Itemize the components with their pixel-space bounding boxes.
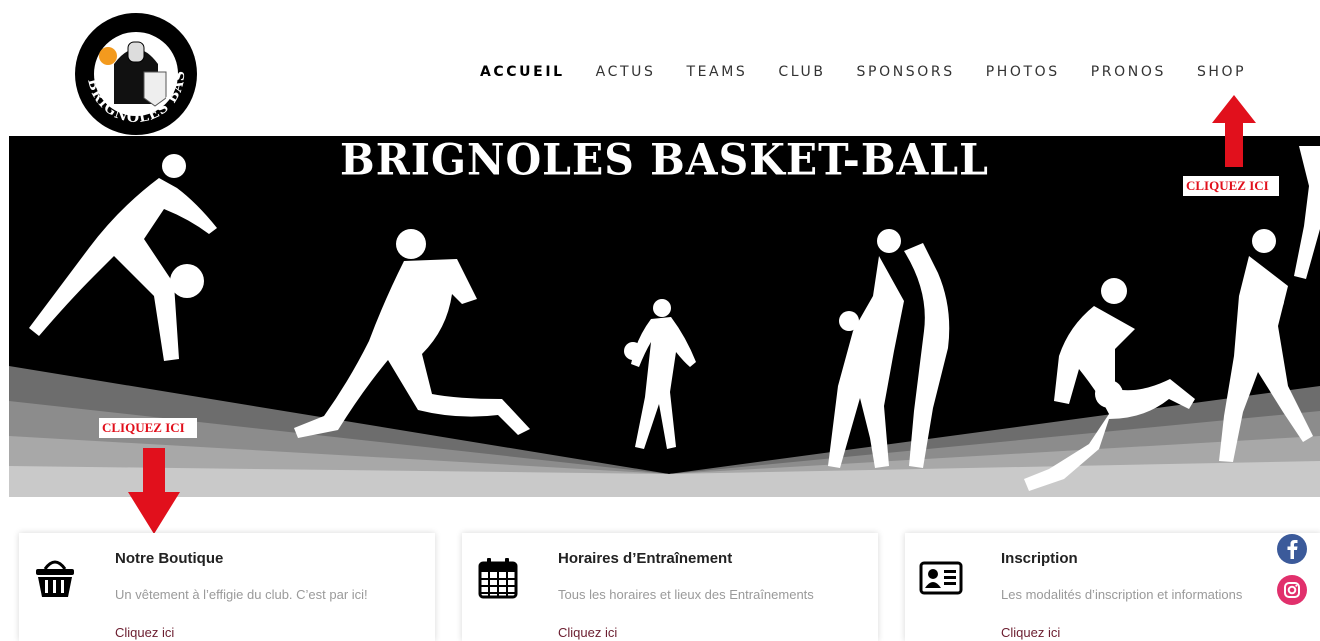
card-link[interactable]: Cliquez ici <box>115 625 174 640</box>
nav-shop[interactable]: SHOP <box>1197 64 1246 80</box>
nav-sponsors[interactable]: SPONSORS <box>857 64 955 80</box>
nav-teams[interactable]: TEAMS <box>686 64 747 80</box>
calendar-icon <box>478 558 518 599</box>
card-boutique[interactable]: Notre Boutique Un vêtement à l’effigie d… <box>19 533 435 641</box>
card-link[interactable]: Cliquez ici <box>1001 625 1060 640</box>
card-inscription[interactable]: Inscription Les modalités d’inscription … <box>905 533 1320 641</box>
nav-photos[interactable]: PHOTOS <box>986 64 1060 80</box>
cliquez-ici-label-top: CLIQUEZ ICI <box>1183 176 1279 196</box>
red-arrow-up-icon <box>1212 95 1256 167</box>
nav-accueil[interactable]: ACCUEIL <box>480 64 565 80</box>
club-logo[interactable]: BRIGNOLES BASKET BALL <box>67 0 198 136</box>
cliquez-ici-label-bottom: CLIQUEZ ICI <box>99 418 197 438</box>
card-title: Notre Boutique <box>115 550 224 567</box>
card-description: Les modalités d’inscription et informati… <box>1001 587 1243 602</box>
card-horaires[interactable]: Horaires d’Entraînement Tous les horaire… <box>462 533 878 641</box>
basket-icon <box>36 560 74 597</box>
nav-pronos[interactable]: PRONOS <box>1091 64 1166 80</box>
hero-illustration <box>9 136 1320 497</box>
id-card-icon <box>919 561 963 595</box>
card-description: Tous les horaires et lieux des Entraînem… <box>558 587 814 602</box>
nav-club[interactable]: CLUB <box>778 64 825 80</box>
main-nav: ACCUEIL ACTUS TEAMS CLUB SPONSORS PHOTOS… <box>480 64 1246 80</box>
hero-banner: BRIGNOLES BASKET-BALL <box>9 136 1320 497</box>
card-title: Horaires d’Entraînement <box>558 550 733 567</box>
nav-actus[interactable]: ACTUS <box>596 64 656 80</box>
red-arrow-down-icon <box>128 448 180 534</box>
card-title: Inscription <box>1001 550 1078 567</box>
facebook-icon[interactable] <box>1277 534 1307 564</box>
instagram-icon[interactable] <box>1277 575 1307 605</box>
card-description: Un vêtement à l’effigie du club. C’est p… <box>115 587 368 602</box>
card-link[interactable]: Cliquez ici <box>558 625 617 640</box>
hero-title: BRIGNOLES BASKET-BALL <box>340 136 989 186</box>
